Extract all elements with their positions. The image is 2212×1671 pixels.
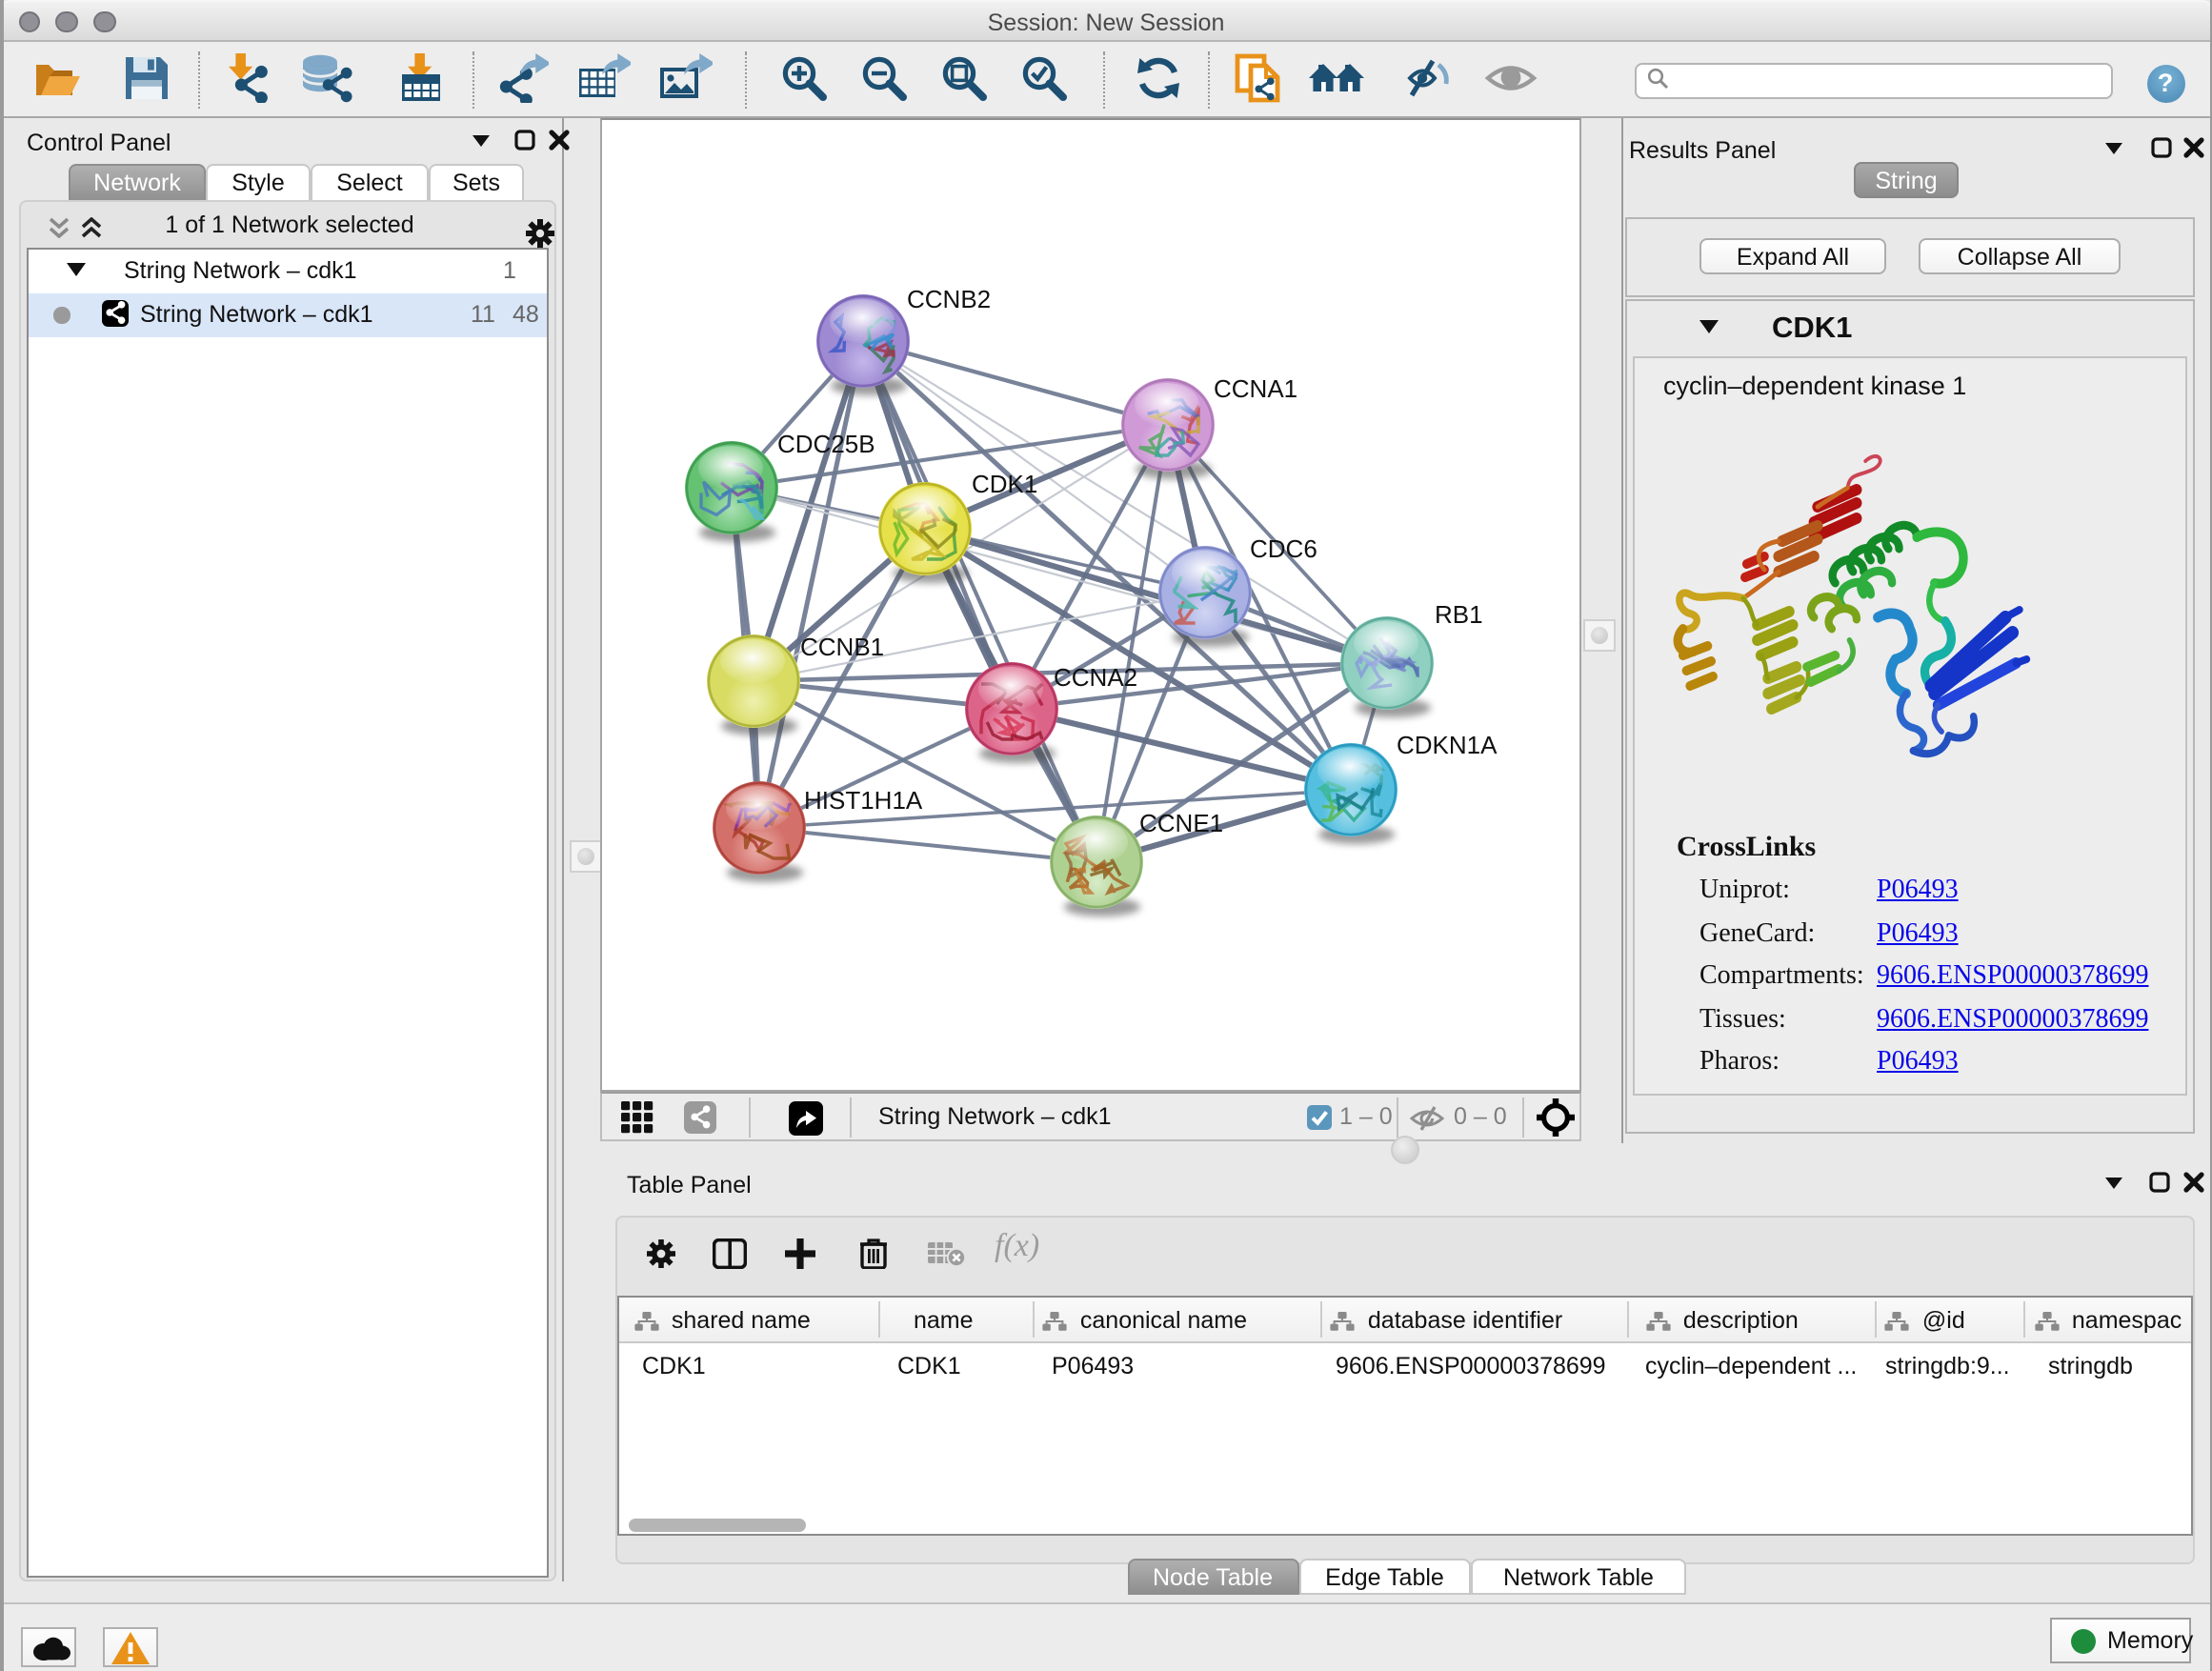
svg-text:HIST1H1A: HIST1H1A (804, 786, 923, 815)
svg-text:CCNB1: CCNB1 (800, 633, 884, 661)
svg-text:CCNE1: CCNE1 (1139, 809, 1223, 837)
svg-text:CDKN1A: CDKN1A (1397, 731, 1498, 759)
svg-text:CDK1: CDK1 (972, 470, 1037, 498)
svg-text:CCNB2: CCNB2 (907, 285, 991, 313)
svg-text:CCNA2: CCNA2 (1054, 663, 1137, 692)
svg-text:CDC6: CDC6 (1250, 534, 1317, 563)
svg-text:CDC25B: CDC25B (777, 430, 875, 458)
svg-text:RB1: RB1 (1435, 600, 1483, 629)
svg-text:CCNA1: CCNA1 (1214, 374, 1297, 403)
